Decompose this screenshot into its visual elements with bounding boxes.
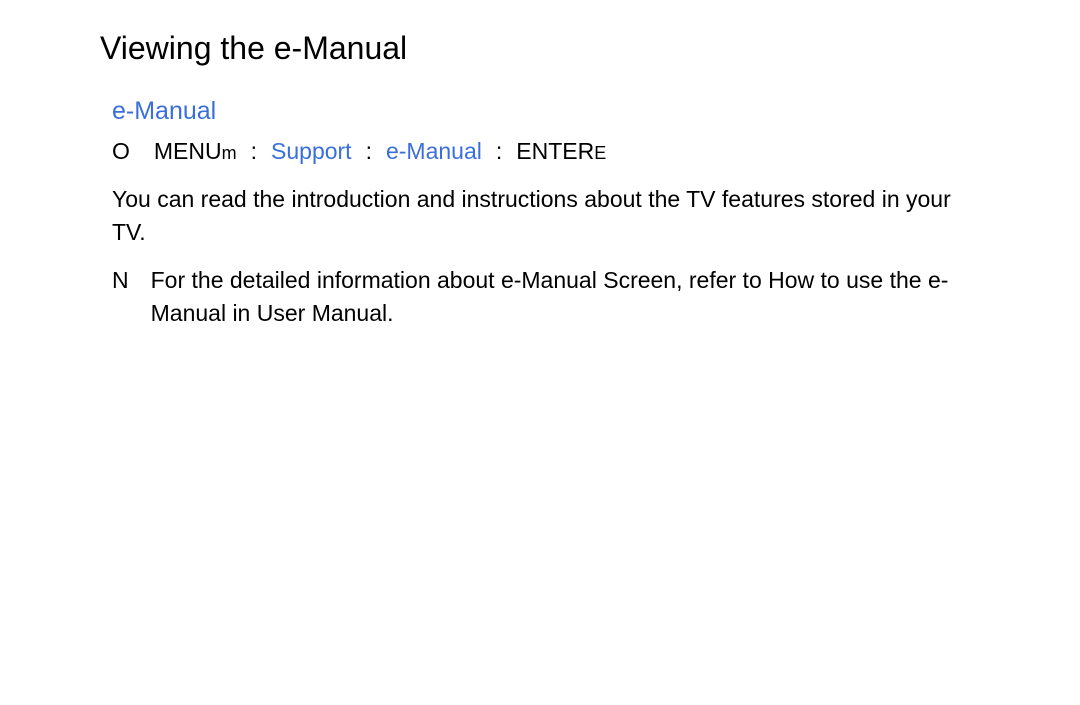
- nav-menu-text: MENU: [154, 138, 222, 164]
- nav-separator: :: [366, 138, 372, 165]
- nav-separator: :: [496, 138, 502, 165]
- nav-menu-label: MENUm: [154, 138, 237, 165]
- note-row: N For the detailed information about e-M…: [112, 264, 980, 331]
- manual-page: Viewing the e-Manual e-Manual O MENUm : …: [0, 0, 1080, 330]
- page-title: Viewing the e-Manual: [100, 30, 980, 67]
- nav-emanual-label: e-Manual: [386, 138, 482, 165]
- note-text: For the detailed information about e-Man…: [151, 264, 980, 331]
- nav-separator: :: [251, 138, 257, 165]
- body-paragraph: You can read the introduction and instru…: [112, 183, 980, 250]
- nav-support-label: Support: [271, 138, 352, 165]
- note-marker-icon: N: [112, 264, 129, 331]
- nav-enter-suffix: E: [594, 143, 606, 163]
- nav-menu-suffix: m: [222, 143, 237, 163]
- nav-enter-label: ENTERE: [516, 138, 606, 165]
- nav-enter-text: ENTER: [516, 138, 594, 164]
- section-title: e-Manual: [112, 97, 980, 126]
- nav-marker-icon: O: [112, 138, 130, 165]
- nav-path: O MENUm : Support : e-Manual : ENTERE: [112, 138, 980, 165]
